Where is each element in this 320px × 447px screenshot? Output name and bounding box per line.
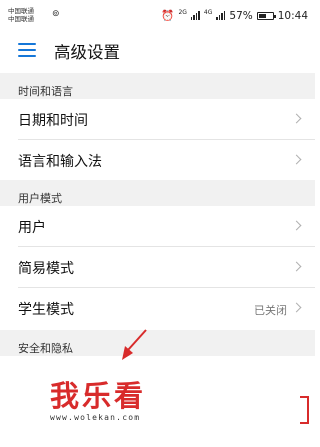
row-date-time[interactable]: 日期和时间 — [0, 99, 315, 139]
row-users[interactable]: 用户 — [0, 206, 315, 246]
student-mode-status: 已关闭 — [254, 304, 287, 317]
alarm-icon: ⏰ — [161, 10, 175, 22]
status-bar: 中国联通 中国联通 ⊚ ⏰ 2G 4G 57% 10:44 — [0, 0, 315, 30]
chevron-right-icon — [291, 302, 302, 313]
section-header-time-language: 时间和语言 — [0, 73, 315, 99]
watermark-url: www.wolekan.com — [50, 413, 141, 422]
network-type-1: 2G — [178, 9, 187, 16]
chevron-right-icon — [291, 261, 302, 272]
battery-fill — [258, 13, 267, 18]
watermark-logo: 我乐看 — [50, 379, 147, 413]
row-label: 语言和输入法 — [18, 154, 102, 170]
section-header-user-mode: 用户模式 — [0, 180, 315, 206]
row-language-input[interactable]: 语言和输入法 — [0, 140, 315, 180]
watermark-bracket — [300, 396, 309, 424]
carrier-1: 中国联通 — [8, 7, 34, 15]
section-header-security-privacy: 安全和隐私 — [0, 330, 315, 356]
carrier-info: 中国联通 中国联通 — [8, 7, 34, 23]
chevron-right-icon — [291, 220, 302, 231]
row-student-mode[interactable]: 学生模式 已关闭 — [0, 288, 315, 328]
chevron-right-icon — [291, 113, 302, 124]
row-simple-mode[interactable]: 简易模式 — [0, 247, 315, 287]
data-saver-icon: ⊚ — [52, 9, 60, 19]
battery-percent: 57% — [229, 9, 253, 22]
row-label: 学生模式 — [18, 302, 74, 318]
row-label: 用户 — [18, 220, 46, 236]
status-indicators: ⏰ 2G 4G 57% 10:44 — [161, 9, 308, 22]
menu-icon[interactable] — [18, 42, 36, 58]
page-title: 高级设置 — [54, 43, 120, 62]
network-type-2: 4G — [203, 9, 213, 16]
signal-2-icon — [216, 11, 226, 20]
clock: 10:44 — [277, 9, 308, 22]
battery-icon — [256, 11, 276, 20]
app-bar: 高级设置 — [0, 30, 315, 73]
row-label: 简易模式 — [18, 261, 74, 277]
watermark-arrow-icon — [122, 329, 147, 360]
row-label: 日期和时间 — [18, 113, 88, 129]
signal-1-icon — [190, 11, 200, 20]
carrier-2: 中国联通 — [8, 15, 34, 23]
chevron-right-icon — [291, 154, 302, 165]
